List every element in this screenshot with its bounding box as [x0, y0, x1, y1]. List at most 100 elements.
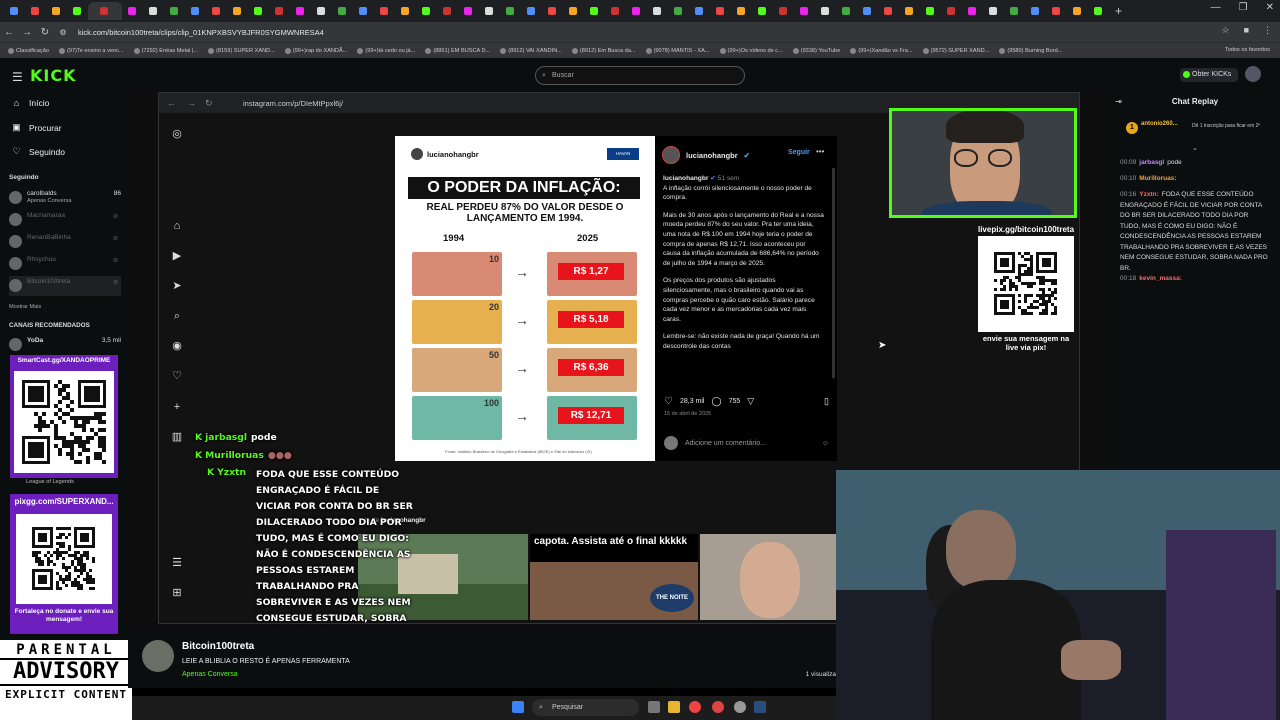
user-avatar[interactable]: [1245, 66, 1261, 82]
browser-tab[interactable]: [962, 2, 983, 20]
bookmark-item[interactable]: (9338) YouTube: [792, 47, 840, 54]
browser-tab[interactable]: [899, 2, 920, 20]
browser-tab[interactable]: [88, 2, 122, 20]
bookmark-item[interactable]: (7292) Enéas Metal |...: [133, 47, 198, 54]
following-item[interactable]: RenanBaBinha ⊘: [9, 232, 121, 252]
emoji-icon[interactable]: ☺: [822, 440, 829, 447]
bookmark-item[interactable]: (99+)rap do XANDÃ...: [284, 47, 347, 54]
channel-avatar[interactable]: [142, 640, 174, 672]
nav-procurar[interactable]: ▣ Procurar: [12, 122, 61, 133]
add-comment-input[interactable]: Adicione um comentário...: [685, 440, 766, 447]
following-item[interactable]: Rhsychuu ⊘: [9, 254, 121, 274]
obter-kicks-button[interactable]: Obter KICKs: [1180, 68, 1238, 82]
browser-tab[interactable]: [479, 2, 500, 20]
browser-tab[interactable]: [164, 2, 185, 20]
hamburger-icon[interactable]: ☰: [12, 70, 23, 84]
browser-tab[interactable]: [4, 2, 25, 20]
comment-icon[interactable]: ◯: [711, 396, 721, 407]
channel-name[interactable]: Bitcoin100treta: [182, 641, 254, 652]
browser-tab[interactable]: [668, 2, 689, 20]
pixgg-promo[interactable]: pixgg.com/SUPERXAND... Fortaleça no dona…: [10, 494, 118, 634]
browser-tab[interactable]: [206, 2, 227, 20]
browser-tab[interactable]: [815, 2, 836, 20]
menu-icon[interactable]: ⋮: [1263, 25, 1272, 36]
save-icon[interactable]: ▯: [824, 396, 829, 407]
recommended-item[interactable]: YoDa 3,5 mil: [9, 335, 121, 355]
maximize-button[interactable]: ❐: [1239, 2, 1248, 13]
browser-tab[interactable]: [1046, 2, 1067, 20]
share-icon[interactable]: ▽: [747, 396, 754, 407]
avatar[interactable]: [662, 146, 680, 164]
following-item[interactable]: Macnamaraa ⊘: [9, 210, 121, 230]
forward-icon[interactable]: →: [18, 27, 36, 38]
star-icon[interactable]: ☆: [1221, 25, 1229, 36]
bookmark-item[interactable]: (8912) Em Busca da...: [571, 47, 636, 54]
browser-tab[interactable]: [248, 2, 269, 20]
bookmark-item[interactable]: (99+)Xandão vs Fra...: [850, 47, 913, 54]
browser-tab[interactable]: [794, 2, 815, 20]
browser-tab[interactable]: [836, 2, 857, 20]
bookmark-item[interactable]: (9580) Burning Bord...: [999, 47, 1062, 54]
more-options-icon[interactable]: •••: [816, 147, 824, 156]
windows-start-icon[interactable]: [512, 701, 524, 713]
task-view-icon[interactable]: [648, 701, 660, 713]
browser-tab[interactable]: [185, 2, 206, 20]
browser-tab[interactable]: [626, 2, 647, 20]
browser-tab[interactable]: [227, 2, 248, 20]
browser-tab[interactable]: [710, 2, 731, 20]
search-input[interactable]: ⌕ Buscar: [535, 66, 745, 85]
post-author[interactable]: lucianohangbr: [686, 151, 738, 160]
browser-tab[interactable]: [395, 2, 416, 20]
browser-tab[interactable]: [983, 2, 1004, 20]
taskbar-search[interactable]: ⌕ Pesquisar: [532, 699, 639, 716]
smartcast-promo[interactable]: SmartCast.gg/XANDAOPRIME: [10, 355, 118, 478]
follow-button[interactable]: Seguir: [788, 149, 810, 156]
scrollbar[interactable]: [832, 168, 835, 378]
bookmark-item[interactable]: (8912) VAI XANDIN...: [500, 47, 562, 54]
nav-seguindo[interactable]: ♡ Seguindo: [12, 146, 64, 157]
browser-tab[interactable]: [857, 2, 878, 20]
browser-tab[interactable]: [1004, 2, 1025, 20]
browser-tab[interactable]: [1067, 2, 1088, 20]
chrome-icon[interactable]: [689, 701, 701, 713]
bookmark-item[interactable]: (9572) SUPER XAND...: [922, 47, 989, 54]
bookmark-item[interactable]: (97)Te ensino a venc...: [58, 47, 124, 54]
browser-tab[interactable]: [143, 2, 164, 20]
browser-tab[interactable]: [773, 2, 794, 20]
browser-tab[interactable]: [542, 2, 563, 20]
bookmark-item[interactable]: Classificação: [8, 47, 49, 54]
browser-tab[interactable]: [920, 2, 941, 20]
reload-icon[interactable]: ↻: [36, 27, 54, 38]
extension-icon[interactable]: ■: [1244, 25, 1249, 36]
browser-tab[interactable]: [878, 2, 899, 20]
file-explorer-icon[interactable]: [668, 701, 680, 713]
browser-tab[interactable]: [332, 2, 353, 20]
minimize-button[interactable]: —: [1211, 2, 1221, 13]
browser-tab[interactable]: [353, 2, 374, 20]
browser-tab[interactable]: [269, 2, 290, 20]
browser-tab[interactable]: [689, 2, 710, 20]
browser-tab[interactable]: [731, 2, 752, 20]
browser-tab[interactable]: [584, 2, 605, 20]
following-item[interactable]: carolbalds Apenas Conversa 86: [9, 188, 121, 208]
nav-inicio[interactable]: ⌂ Início: [12, 98, 50, 108]
browser-tab[interactable]: [1025, 2, 1046, 20]
url-field[interactable]: kick.com/bitcoin100treta/clips/clip_01KN…: [78, 28, 324, 37]
browser-tab[interactable]: [1088, 2, 1109, 20]
browser-tab[interactable]: [521, 2, 542, 20]
browser-tab[interactable]: [563, 2, 584, 20]
steam-icon[interactable]: [754, 701, 766, 713]
browser-tab[interactable]: [67, 2, 88, 20]
all-bookmarks[interactable]: Todos os favoritos: [1225, 47, 1270, 53]
bookmark-item[interactable]: (8159) SUPER XAND...: [208, 47, 275, 54]
browser-tab[interactable]: [500, 2, 521, 20]
bookmark-item[interactable]: (99+)Os vídeos de c...: [719, 47, 783, 54]
close-window-button[interactable]: ✕: [1266, 2, 1274, 13]
back-icon[interactable]: ←: [0, 27, 18, 38]
kick-logo[interactable]: KICK: [30, 66, 77, 85]
browser-tab[interactable]: [458, 2, 479, 20]
new-tab-button[interactable]: +: [1115, 4, 1122, 18]
browser-tab[interactable]: [416, 2, 437, 20]
chevron-down-icon[interactable]: ⌄: [1192, 144, 1198, 152]
show-more-link[interactable]: Mostrar Mais: [9, 304, 41, 310]
